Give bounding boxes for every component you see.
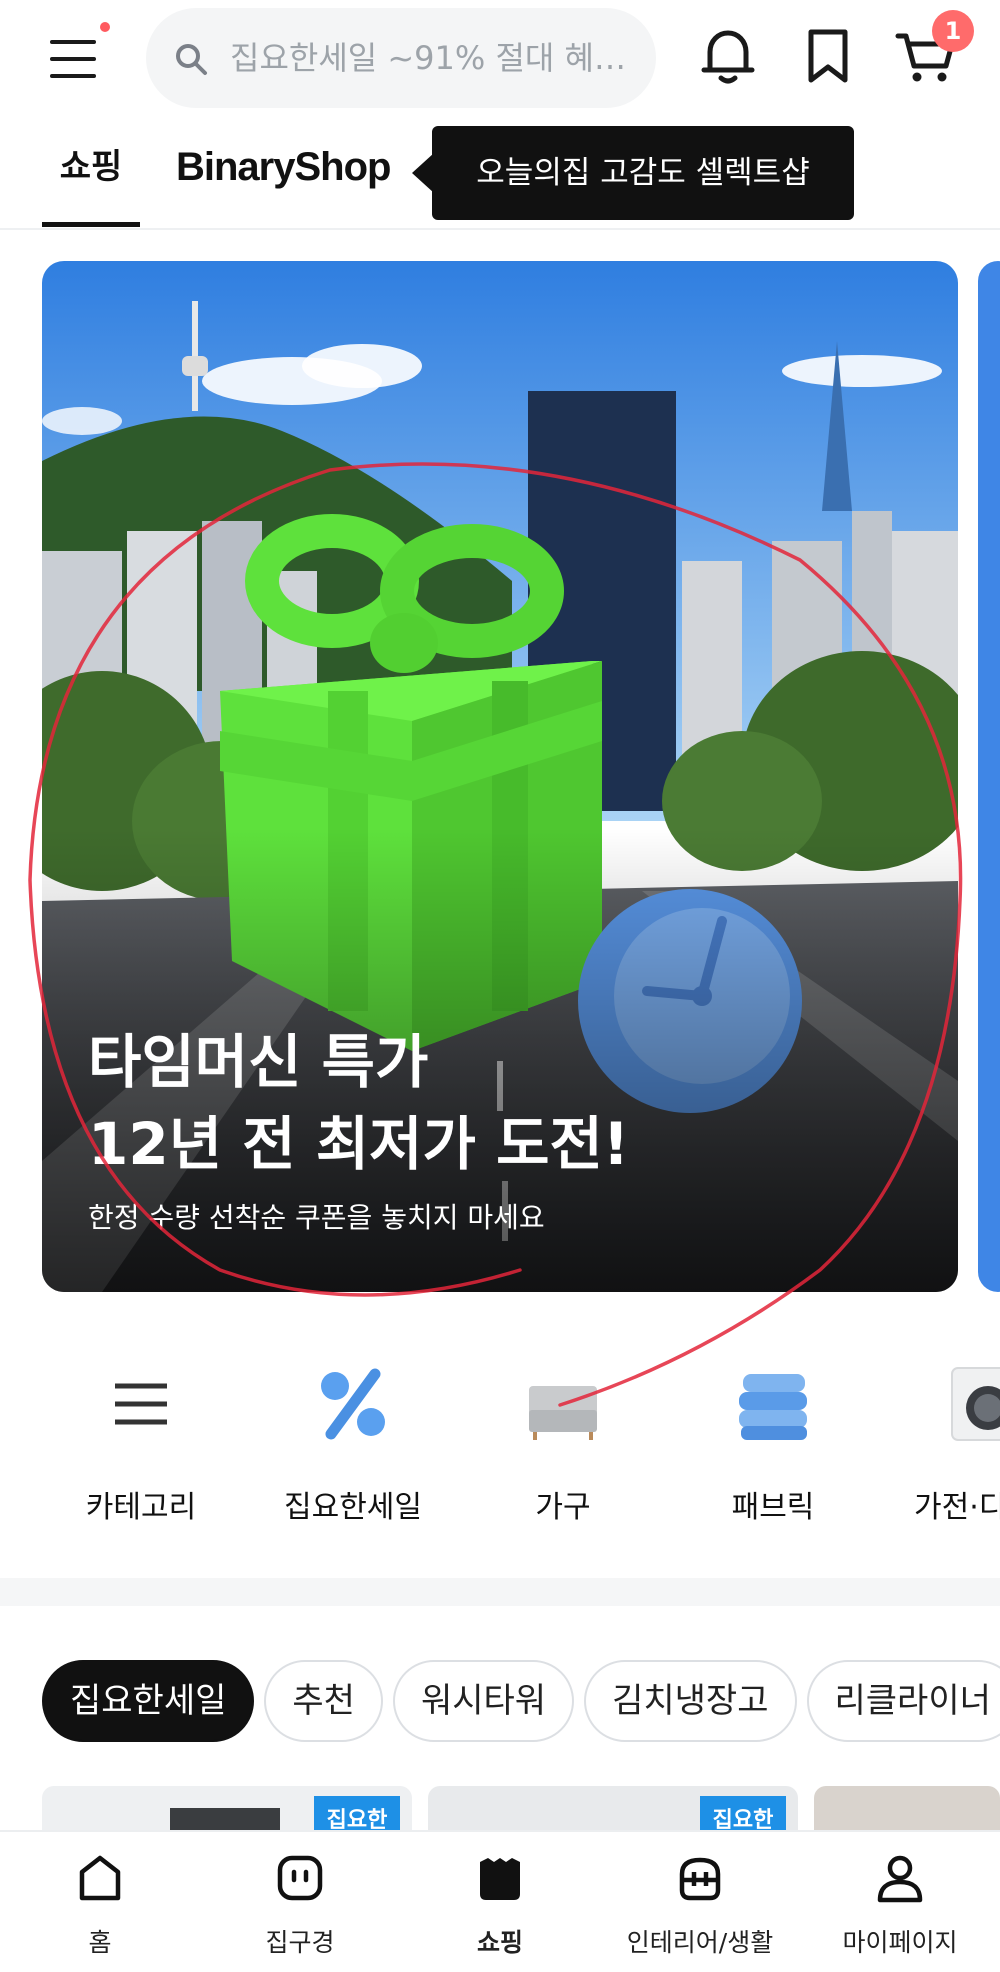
- menu-icon-bar: [50, 57, 96, 61]
- tooltip: 오늘의집 고감도 셀렉트샵: [412, 126, 854, 220]
- chip[interactable]: 김치냉장고: [584, 1660, 797, 1742]
- nav-interior[interactable]: 인테리어/생활: [600, 1832, 800, 1972]
- category-label: 가구: [535, 1490, 591, 1525]
- bag-icon: [679, 1857, 721, 1901]
- search-input[interactable]: 집요한세일 ~91% 절대 혜…: [146, 8, 656, 108]
- user-icon: [877, 1855, 923, 1903]
- menu-button[interactable]: [42, 22, 110, 90]
- list-icon: [115, 1383, 167, 1425]
- house-face-icon: [277, 1855, 323, 1901]
- bottom-nav: 홈 집구경 쇼핑 인테리어/생활 마이페이지: [0, 1830, 1000, 1972]
- shopping-icon: [480, 1858, 520, 1900]
- home-icon: [79, 1855, 121, 1901]
- chip[interactable]: 리클라이너: [806, 1660, 1000, 1742]
- tab-active-indicator: [42, 222, 140, 227]
- chip[interactable]: 워시타워: [392, 1660, 575, 1742]
- nav-label: 집구경: [265, 1928, 335, 1957]
- category-item[interactable]: 가전·디: [870, 1340, 1000, 1540]
- next-banner-peek[interactable]: [978, 261, 1000, 1292]
- nav-home[interactable]: 홈: [0, 1832, 200, 1972]
- tab-bar: 쇼핑 BinaryShop 오늘의집 고감도 셀렉트샵: [0, 118, 1000, 230]
- chip[interactable]: 추천: [264, 1660, 383, 1742]
- category-label: 카테고리: [85, 1490, 197, 1525]
- bookmark-icon: [808, 29, 848, 83]
- category-label: 가전·디: [914, 1490, 1000, 1525]
- section-divider: [0, 1578, 1000, 1606]
- tab-binary-shop[interactable]: BinaryShop: [176, 142, 391, 192]
- nav-label: 홈: [88, 1928, 112, 1957]
- tab-shopping[interactable]: 쇼핑: [42, 142, 140, 192]
- washer-icon: [951, 1367, 1000, 1441]
- filter-chips: 집요한세일 추천 워시타워 김치냉장고 리클라이너: [42, 1660, 1000, 1744]
- banner-subtitle: 한정 수량 선착순 쿠폰을 놓치지 마세요: [88, 1201, 545, 1234]
- nav-label: 쇼핑: [476, 1928, 523, 1957]
- bell-icon: [701, 30, 755, 84]
- category-item[interactable]: 가구: [458, 1340, 668, 1540]
- notification-dot: [100, 22, 110, 32]
- category-label: 패브릭: [731, 1490, 815, 1525]
- search-icon: [176, 44, 207, 75]
- bell-button[interactable]: [694, 22, 762, 90]
- sofa-icon: [529, 1386, 597, 1440]
- nav-shopping[interactable]: 쇼핑: [400, 1832, 600, 1972]
- percent-icon: [321, 1368, 385, 1440]
- nav-label: 마이페이지: [842, 1928, 958, 1957]
- nav-mypage[interactable]: 마이페이지: [800, 1832, 1000, 1972]
- banner-title: 타임머신 특가 12년 전 최저가 도전!: [88, 1028, 630, 1178]
- category-item[interactable]: 카테고리: [36, 1340, 246, 1540]
- bookmark-button[interactable]: [794, 22, 862, 90]
- chip[interactable]: 집요한세일: [42, 1660, 255, 1742]
- promo-banner[interactable]: 타임머신 특가 12년 전 최저가 도전! 한정 수량 선착순 쿠폰을 놓치지 …: [42, 261, 958, 1292]
- nav-house-tour[interactable]: 집구경: [200, 1832, 400, 1972]
- menu-icon-bar: [50, 74, 96, 78]
- category-item[interactable]: 패브릭: [668, 1340, 878, 1540]
- top-bar: 집요한세일 ~91% 절대 혜… 1: [0, 0, 1000, 118]
- menu-icon: [50, 40, 96, 44]
- fabric-icon: [739, 1374, 807, 1440]
- category-item[interactable]: 집요한세일: [248, 1340, 458, 1540]
- category-label: 집요한세일: [284, 1490, 422, 1525]
- search-placeholder: 집요한세일 ~91% 절대 혜…: [230, 39, 626, 77]
- nav-label: 인테리어/생활: [626, 1928, 774, 1957]
- category-row: 카테고리 집요한세일 가구 패브릭 가전·디: [0, 1340, 1000, 1540]
- cart-badge: 1: [932, 10, 974, 52]
